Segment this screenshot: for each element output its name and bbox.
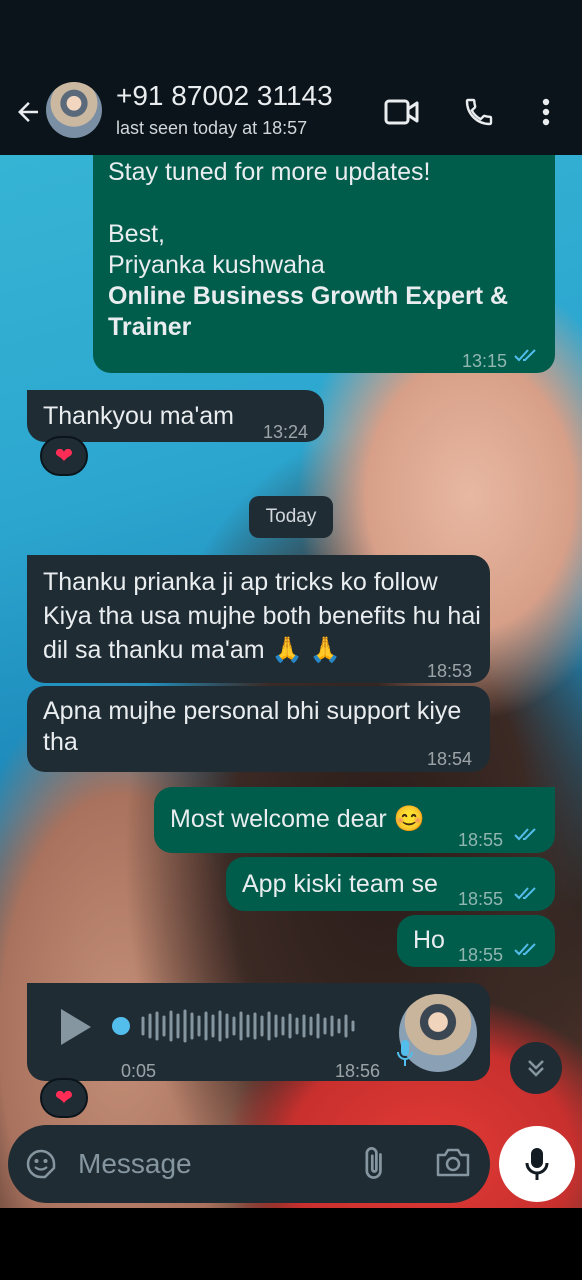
message-time: 18:55 bbox=[458, 830, 504, 850]
reaction-heart[interactable]: ❤ bbox=[40, 1078, 88, 1118]
sticker-icon bbox=[26, 1149, 56, 1179]
scroll-to-bottom-button[interactable] bbox=[510, 1042, 562, 1094]
message-text: Most welcome dear 😊 bbox=[170, 805, 425, 833]
voice-message[interactable]: 0:05 18:56 bbox=[27, 983, 490, 1081]
message-text: Stay tuned for more updates! bbox=[108, 158, 431, 186]
play-icon bbox=[61, 1009, 91, 1045]
status-bar bbox=[0, 0, 582, 72]
message-time: 18:56 bbox=[335, 1061, 381, 1081]
message-time: 18:55 bbox=[458, 889, 504, 909]
message-time: 13:15 bbox=[462, 351, 508, 371]
message-composer bbox=[8, 1125, 490, 1203]
voice-duration: 0:05 bbox=[121, 1061, 157, 1081]
contact-avatar[interactable] bbox=[46, 82, 102, 138]
microphone-icon bbox=[525, 1148, 549, 1180]
system-navigation-bar bbox=[0, 1208, 582, 1280]
reaction-heart[interactable]: ❤ bbox=[40, 436, 88, 476]
read-receipt-icon bbox=[514, 349, 536, 362]
arrow-left-icon bbox=[18, 102, 38, 122]
back-button[interactable] bbox=[8, 92, 48, 132]
message-time: 18:55 bbox=[458, 945, 504, 965]
message-text: Thankyou ma'am bbox=[43, 402, 234, 430]
video-camera-icon bbox=[384, 99, 419, 125]
date-separator: Today bbox=[249, 496, 333, 538]
voice-call-button[interactable] bbox=[457, 90, 501, 134]
message-time: 18:54 bbox=[427, 749, 473, 769]
message-text-bold: Online Business Growth Expert & Trainer bbox=[108, 282, 509, 341]
camera-button[interactable] bbox=[434, 1145, 474, 1185]
message-bubble-incoming[interactable]: Thanku prianka ji ap tricks ko follow Ki… bbox=[27, 555, 490, 683]
attach-button[interactable] bbox=[358, 1145, 394, 1185]
message-bubble-outgoing[interactable]: Most welcome dear 😊 18:55 bbox=[154, 787, 555, 853]
message-bubble-outgoing[interactable]: App kiski team se 18:55 bbox=[226, 857, 555, 911]
chat-header: +91 87002 31143 last seen today at 18:57 bbox=[0, 72, 582, 155]
message-bubble-outgoing[interactable]: Ho 18:55 bbox=[397, 915, 555, 967]
message-text: Apna mujhe personal bhi support kiye tha bbox=[43, 697, 462, 756]
paperclip-icon bbox=[365, 1147, 382, 1179]
microphone-icon bbox=[397, 1040, 413, 1066]
message-time: 13:24 bbox=[263, 422, 309, 442]
read-receipt-icon bbox=[514, 828, 536, 841]
double-chevron-down-icon bbox=[528, 1060, 544, 1077]
video-call-button[interactable] bbox=[380, 90, 424, 134]
vertical-dots-icon bbox=[542, 98, 550, 126]
sticker-button[interactable] bbox=[24, 1147, 60, 1183]
last-seen-status: last seen today at 18:57 bbox=[116, 118, 308, 138]
message-bubble-incoming[interactable]: Thankyou ma'am 13:24 bbox=[27, 390, 324, 442]
voice-waveform[interactable] bbox=[109, 1007, 369, 1047]
message-time: 18:53 bbox=[427, 661, 473, 681]
message-bubble-incoming[interactable]: Apna mujhe personal bhi support kiye tha… bbox=[27, 686, 490, 772]
message-bubble-outgoing[interactable]: Stay tuned for more updates! Best, Priya… bbox=[93, 155, 555, 373]
message-input[interactable] bbox=[78, 1145, 338, 1183]
camera-icon bbox=[436, 1148, 470, 1177]
phone-icon bbox=[465, 98, 493, 126]
play-button[interactable] bbox=[57, 1007, 97, 1047]
message-text: Thanku prianka ji ap tricks ko follow Ki… bbox=[43, 568, 481, 664]
message-text: App kiski team se bbox=[242, 870, 438, 898]
contact-name[interactable]: +91 87002 31143 bbox=[116, 80, 333, 112]
record-voice-button[interactable] bbox=[499, 1126, 575, 1202]
message-text: Ho bbox=[413, 926, 445, 954]
message-text: Priyanka kushwaha bbox=[108, 251, 325, 279]
read-receipt-icon bbox=[514, 943, 536, 956]
message-text: Best, bbox=[108, 220, 165, 248]
chat-area[interactable]: Stay tuned for more updates! Best, Priya… bbox=[0, 155, 582, 1208]
read-receipt-icon bbox=[514, 887, 536, 900]
menu-button[interactable] bbox=[524, 90, 568, 134]
